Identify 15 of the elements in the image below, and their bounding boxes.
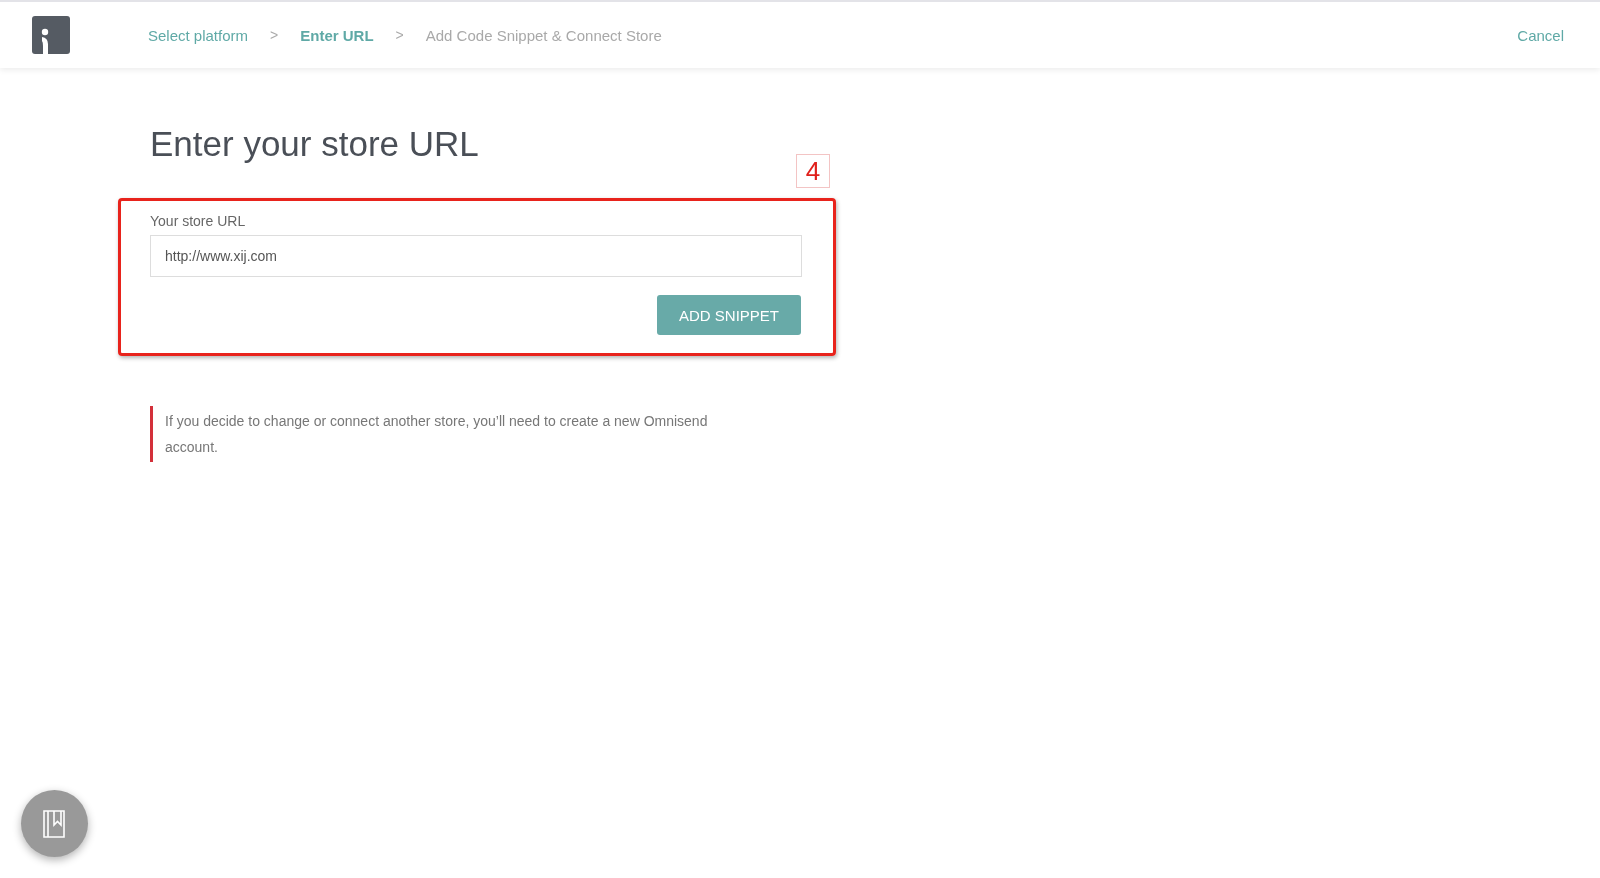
step-link[interactable]: Enter URL [300,26,374,44]
add-snippet-button[interactable]: ADD SNIPPET [656,295,801,335]
chevron-icon: > [270,27,279,43]
step-link: Add Code Snippet & Connect Store [425,26,662,44]
page-title: Enter your store URL [150,124,480,164]
help-button[interactable] [21,790,88,857]
book-icon [41,808,68,839]
step-link[interactable]: Select platform [148,26,249,44]
chevron-icon: > [395,27,404,43]
cancel-link[interactable]: Cancel [1517,26,1564,44]
logo-icon[interactable] [32,16,70,54]
annotation-number: 4 [796,154,830,188]
url-input-field[interactable]: http://www.xij.com [150,235,802,277]
field-label: Your store URL [150,213,247,229]
info-note: If you decide to change or connect another store, you’ll need to create a new Omnisend account. [150,406,755,462]
